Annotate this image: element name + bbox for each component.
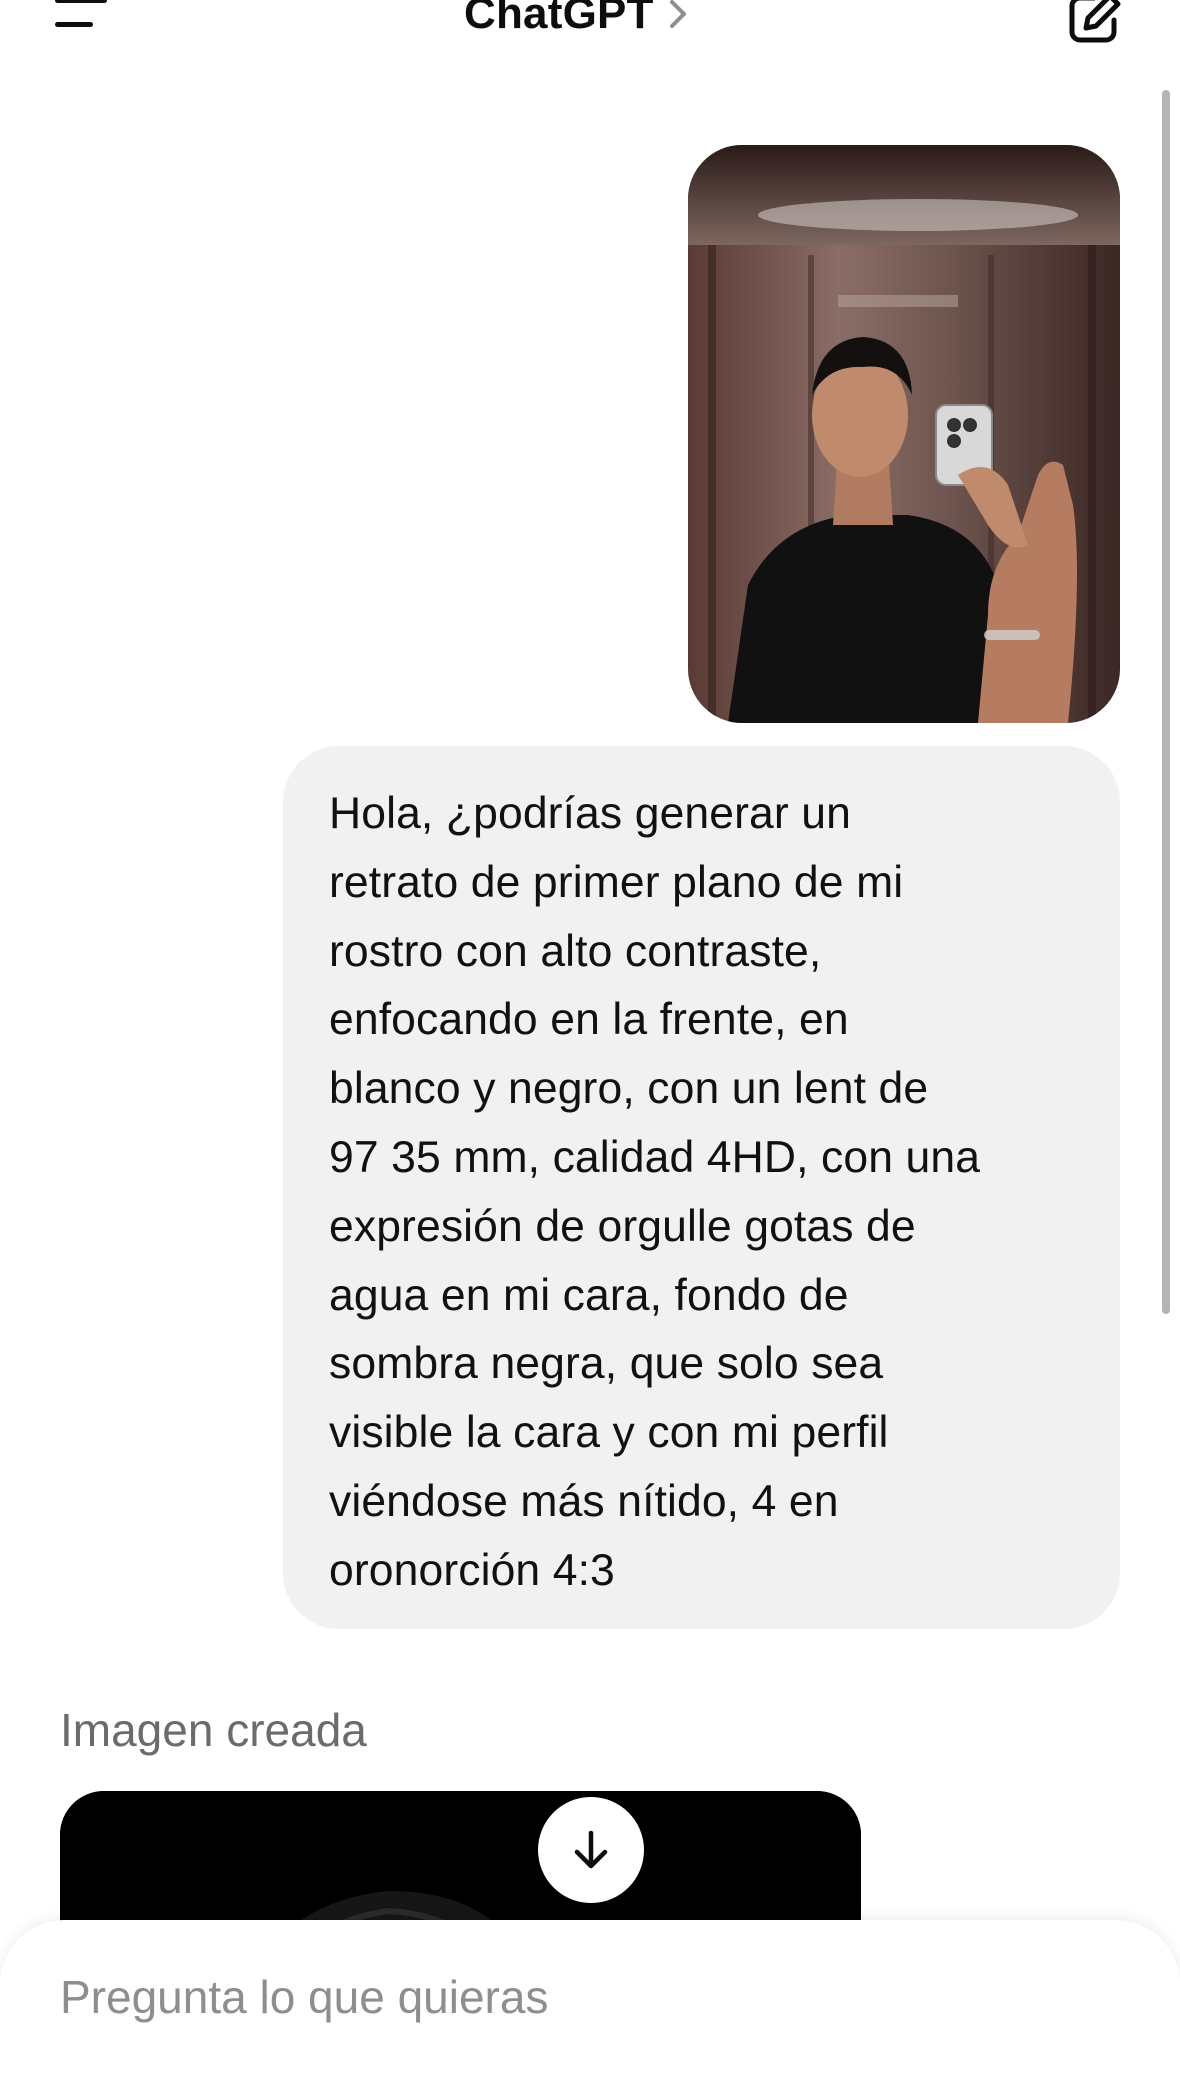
arrow-down-icon — [574, 1830, 608, 1869]
model-selector[interactable]: ChatGPT — [464, 0, 692, 44]
chat-screen: ChatGPT Hola, ¿podrías generar un retrat… — [0, 0, 1180, 2098]
new-chat-icon[interactable] — [1064, 0, 1124, 48]
menu-icon[interactable] — [52, 0, 112, 30]
uploaded-photo[interactable] — [688, 145, 1120, 723]
app-title: ChatGPT — [464, 0, 654, 38]
chevron-right-icon — [669, 0, 686, 28]
top-bar: ChatGPT — [0, 0, 1180, 60]
composer — [0, 1920, 1180, 2098]
photo-illustration — [688, 145, 1120, 723]
scrollbar[interactable] — [1162, 90, 1170, 1314]
image-created-label: Imagen creada — [60, 1704, 367, 1756]
user-message-text: Hola, ¿podrías generar un retrato de pri… — [329, 789, 981, 1595]
scroll-to-bottom-button[interactable] — [538, 1797, 644, 1903]
user-message-bubble: Hola, ¿podrías generar un retrato de pri… — [283, 746, 1120, 1629]
message-input[interactable] — [60, 1962, 1100, 2032]
